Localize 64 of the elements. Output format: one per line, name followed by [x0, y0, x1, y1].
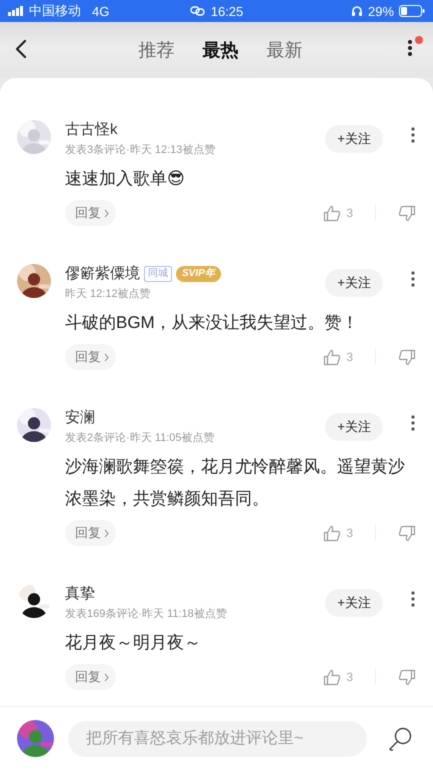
user-name[interactable]: 安澜	[65, 408, 95, 427]
like-count: 3	[346, 350, 353, 364]
dislike-button[interactable]	[398, 204, 416, 222]
thumbs-down-icon	[398, 668, 416, 686]
thumbs-up-icon	[323, 204, 342, 222]
like-count: 3	[346, 526, 353, 540]
reply-button[interactable]: 回复	[65, 200, 116, 226]
chevron-icon	[104, 672, 109, 682]
back-button[interactable]	[14, 39, 28, 59]
tab[interactable]: 最新	[264, 36, 306, 64]
comment-input[interactable]: 把所有喜怒哀乐都放进评论里~	[68, 720, 367, 756]
battery-percent: 29%	[368, 4, 394, 18]
reply-button[interactable]: 回复	[65, 520, 116, 546]
search-button[interactable]	[387, 726, 413, 752]
tab[interactable]: 最热	[200, 36, 242, 64]
follow-button[interactable]: +关注	[325, 589, 383, 617]
chevron-icon	[104, 208, 109, 218]
more-icon	[411, 591, 415, 607]
comment-meta: 昨天 12:12被点赞	[65, 286, 152, 301]
chevron-icon	[104, 352, 109, 362]
thumbs-up-icon	[323, 348, 342, 366]
link-icon	[190, 6, 206, 16]
user-name[interactable]: 僇簖紫僳境	[65, 264, 140, 283]
comment-text: 沙海澜歌舞箜篌，花月尤怜醉馨风。遥望黄沙浓墨染，共赏鳞颜知吾同。	[65, 456, 406, 510]
reply-button[interactable]: 回复	[65, 664, 116, 690]
comment-text: 花月夜～明月夜～	[65, 632, 202, 654]
battery-icon	[399, 5, 426, 17]
city-badge: 同城	[144, 266, 172, 282]
like-count: 3	[346, 670, 353, 684]
comment-text: 斗破的BGM，从来没让我失望过。赞！	[65, 312, 360, 334]
more-icon	[407, 38, 413, 58]
thumbs-down-icon	[398, 204, 416, 222]
comment-meta: 发表2条评论·昨天 11:05被点赞	[65, 430, 216, 445]
more-button[interactable]	[407, 38, 413, 58]
thumbs-down-icon	[398, 524, 416, 542]
dislike-button[interactable]	[398, 348, 416, 366]
follow-button[interactable]: +关注	[325, 125, 383, 153]
thumbs-up-icon	[323, 668, 342, 686]
comment-meta: 发表3条评论·昨天 12:13被点赞	[65, 142, 216, 157]
user-name[interactable]: 真挚	[65, 584, 95, 603]
signal-icon	[8, 6, 24, 16]
thumbs-down-icon	[398, 348, 416, 366]
search-icon	[387, 726, 413, 752]
headphones-icon	[350, 5, 363, 17]
chevron-icon	[104, 528, 109, 538]
more-icon	[411, 415, 415, 431]
back-icon	[14, 39, 28, 59]
dislike-button[interactable]	[398, 668, 416, 686]
reply-button[interactable]: 回复	[65, 344, 116, 370]
user-name[interactable]: 古古怪k	[65, 120, 118, 139]
carrier-name: 中国移动	[29, 2, 81, 20]
clock-time: 16:25	[210, 4, 244, 18]
thumbs-up-icon	[323, 524, 342, 542]
follow-button[interactable]: +关注	[325, 269, 383, 297]
vip-badge: SVIP年	[176, 266, 221, 282]
dislike-button[interactable]	[398, 524, 416, 542]
follow-button[interactable]: +关注	[325, 413, 383, 441]
comment-meta: 发表169条评论·昨天 11:18被点赞	[65, 606, 228, 621]
more-icon	[411, 271, 415, 287]
tab[interactable]: 推荐	[136, 36, 178, 64]
comment-text: 速速加入歌单😎	[65, 168, 186, 190]
network-type: 4G	[92, 4, 110, 18]
like-count: 3	[346, 206, 353, 220]
more-icon	[411, 127, 415, 143]
